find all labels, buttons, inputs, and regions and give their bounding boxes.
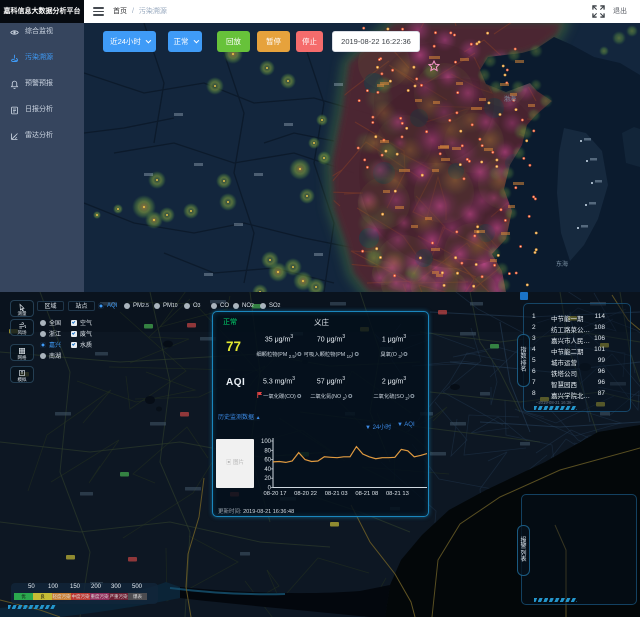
svg-text:80: 80	[264, 448, 271, 454]
svg-text:40: 40	[264, 467, 271, 473]
svg-text:08-21 08: 08-21 08	[355, 491, 378, 497]
svg-text:08-20 22: 08-20 22	[294, 491, 317, 497]
svg-text:08-21 03: 08-21 03	[325, 491, 348, 497]
svg-text:20: 20	[264, 476, 271, 482]
svg-text:东海: 东海	[556, 260, 568, 268]
svg-text:60: 60	[264, 458, 271, 464]
svg-text:08-20 17: 08-20 17	[264, 491, 287, 497]
svg-text:08-21 13: 08-21 13	[386, 491, 409, 497]
svg-text:100: 100	[261, 439, 272, 445]
svg-text:渤海: 渤海	[504, 95, 516, 103]
